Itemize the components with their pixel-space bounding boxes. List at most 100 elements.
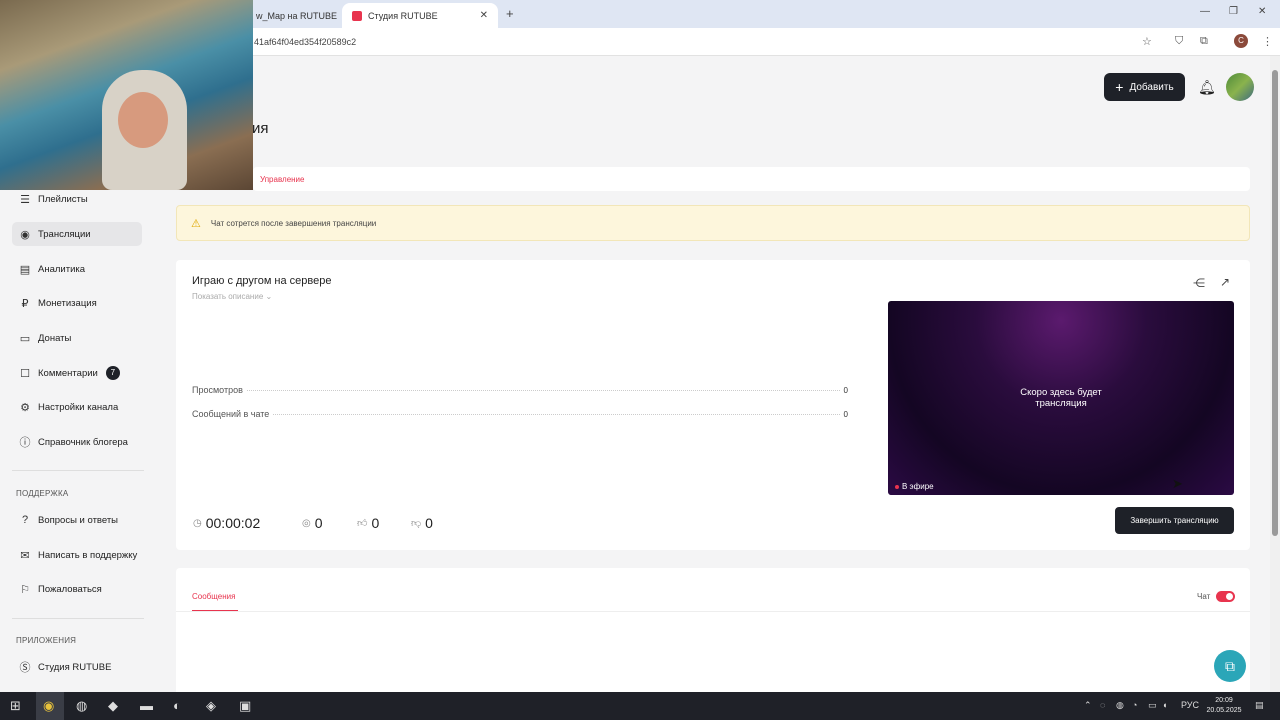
notifications-icon[interactable]: ▤ bbox=[1255, 700, 1264, 711]
sidebar-item-monetization[interactable]: ₽ Монетизация bbox=[12, 291, 142, 315]
rutube-favicon-icon bbox=[352, 10, 362, 21]
bell-icon[interactable]: 🔔︎ bbox=[1198, 79, 1216, 96]
obs-icon[interactable]: ◐ bbox=[173, 698, 181, 713]
avatar[interactable] bbox=[1226, 73, 1254, 101]
analytics-icon: ▤ bbox=[19, 263, 31, 276]
broadcast-icon: ◉ bbox=[20, 228, 30, 241]
warning-text: Чат сотрется после завершения трансляции bbox=[210, 218, 377, 228]
minimize-icon[interactable]: — bbox=[1200, 6, 1210, 17]
sidebar-item-studio-app[interactable]: Ⓢ Студия RUTUBE bbox=[12, 655, 142, 679]
profile-avatar-icon[interactable]: C bbox=[1234, 34, 1248, 48]
sidebar-item-report[interactable]: ⚐ Пожаловаться bbox=[12, 577, 142, 601]
close-icon[interactable]: ✕ bbox=[480, 10, 488, 21]
sidebar-item-analytics[interactable]: ▤ Аналитика bbox=[12, 257, 142, 281]
menu-kebab-icon[interactable]: ⋮ bbox=[1262, 35, 1273, 48]
stat-value: 0 bbox=[843, 410, 848, 419]
extensions-icon[interactable]: ⧉ bbox=[1200, 35, 1208, 48]
sidebar-item-label: Монетизация bbox=[38, 297, 97, 309]
tray-icon[interactable]: ◌ bbox=[1100, 700, 1105, 710]
thumbs-down-icon: 👎︎ bbox=[411, 518, 422, 529]
volume-icon[interactable]: ◖ bbox=[1162, 700, 1167, 710]
warning-icon: ⚠ bbox=[191, 217, 201, 230]
sidebar-item-contact-support[interactable]: ✉ Написать в поддержку bbox=[12, 543, 142, 567]
comments-count-badge: 7 bbox=[105, 366, 120, 380]
apps-section-label: ПРИЛОЖЕНИЯ bbox=[16, 636, 77, 645]
sidebar-item-blogger-guide[interactable]: ⓘ Справочник блогера bbox=[12, 430, 142, 454]
app-icon[interactable]: ◆ bbox=[108, 698, 118, 714]
gear-icon: ⚙ bbox=[20, 401, 30, 414]
dislikes-counter: 👎︎ 0 bbox=[411, 515, 433, 531]
chevron-down-icon: ⌄ bbox=[265, 292, 273, 301]
tab-label: Студия RUTUBE bbox=[368, 10, 438, 21]
network-icon[interactable]: ▭ bbox=[1148, 700, 1157, 711]
chrome-taskbar-button[interactable]: ◉ bbox=[36, 692, 64, 720]
end-broadcast-button[interactable]: Завершить трансляцию bbox=[1115, 507, 1234, 534]
stat-label: Просмотров bbox=[192, 385, 243, 395]
tabs-row bbox=[253, 167, 1250, 191]
sidebar-item-playlists[interactable]: ☰ Плейлисты bbox=[12, 187, 142, 211]
restore-icon[interactable]: ❐ bbox=[1229, 6, 1238, 17]
live-label: В эфире bbox=[902, 482, 934, 491]
tab-label: w_Map на RUTUBE bbox=[256, 10, 337, 21]
taskbar: ⊞ ◍ ◆ ▬ ◐ ◈ ▣ ⌃ ◌ ◍ ◔ ▭ ◖ РУС ▤ bbox=[0, 692, 1280, 720]
chat-warning-banner: ⚠ Чат сотрется после завершения трансляц… bbox=[176, 205, 1250, 241]
windows-start-icon[interactable]: ⊞ bbox=[10, 698, 21, 714]
microphone-icon[interactable]: ◍ bbox=[1116, 700, 1124, 711]
sidebar-item-label: Студия RUTUBE bbox=[38, 661, 112, 673]
plus-icon: + bbox=[1115, 79, 1124, 95]
likes-counter: 👍︎ 0 bbox=[357, 515, 379, 531]
browser-tab-active[interactable]: Студия RUTUBE ✕ bbox=[342, 3, 498, 28]
window-close-icon[interactable]: ✕ bbox=[1258, 6, 1266, 17]
scroll-thumb[interactable] bbox=[1272, 70, 1278, 536]
wifi-icon[interactable]: ◔ bbox=[1132, 700, 1137, 710]
sidebar-item-faq[interactable]: ? Вопросы и ответы bbox=[12, 508, 142, 532]
tab-manage[interactable]: Управление bbox=[260, 175, 304, 184]
support-section-label: ПОДДЕРЖКА bbox=[16, 489, 69, 498]
folder-icon[interactable]: ▬ bbox=[140, 698, 153, 713]
clock-time: 20:09 bbox=[1215, 697, 1233, 704]
stat-dots bbox=[273, 414, 840, 415]
likes-value: 0 bbox=[371, 515, 380, 531]
sidebar-item-donations[interactable]: ▭ Донаты bbox=[12, 326, 142, 350]
studio-icon: Ⓢ bbox=[19, 662, 31, 674]
share-icon[interactable]: ⋲ bbox=[1193, 276, 1205, 290]
telegram-icon[interactable]: ◈ bbox=[206, 698, 216, 714]
shield-icon[interactable]: ⛉ bbox=[1175, 35, 1183, 48]
scrollbar[interactable] bbox=[1270, 56, 1280, 692]
sidebar-item-label: Комментарии bbox=[38, 367, 98, 379]
playlist-icon: ☰ bbox=[20, 193, 30, 206]
chat-toggle[interactable] bbox=[1216, 591, 1235, 602]
stream-title: Играю с другом на сервере bbox=[192, 275, 332, 287]
tab-messages[interactable]: Сообщения bbox=[192, 592, 235, 601]
url-text[interactable]: 41af64f04ed354f20589c2 bbox=[254, 37, 356, 47]
live-badge: В эфире bbox=[895, 482, 934, 491]
language-indicator[interactable]: РУС bbox=[1181, 700, 1199, 710]
show-description-toggle[interactable]: Показать описание ⌄ bbox=[192, 292, 272, 301]
sidebar-item-label: Аналитика bbox=[38, 263, 86, 275]
add-button[interactable]: + Добавить bbox=[1104, 73, 1185, 101]
messages-card bbox=[176, 568, 1250, 692]
taskbar-clock[interactable]: 20:09 20.05.2025 bbox=[1200, 696, 1248, 716]
bookmark-star-icon[interactable]: ☆ bbox=[1142, 35, 1152, 48]
stat-value: 0 bbox=[843, 386, 848, 395]
sidebar-item-broadcasts[interactable]: ◉ Трансляции bbox=[12, 222, 142, 246]
sidebar-divider bbox=[12, 618, 144, 619]
sidebar-item-label: Плейлисты bbox=[38, 193, 88, 205]
live-dot-icon bbox=[895, 484, 899, 489]
new-tab-icon[interactable]: + bbox=[506, 6, 514, 21]
comment-icon: ☐ bbox=[20, 367, 30, 380]
stat-views: Просмотров 0 bbox=[192, 385, 848, 395]
help-chat-icon[interactable]: ⧉ bbox=[1214, 650, 1246, 682]
tray-chevron-icon[interactable]: ⌃ bbox=[1084, 700, 1092, 711]
external-link-icon[interactable]: ↗ bbox=[1220, 275, 1230, 289]
stream-player[interactable]: Скоро здесь будет трансляция bbox=[888, 301, 1234, 495]
stat-label: Сообщений в чате bbox=[192, 409, 270, 419]
sidebar-item-comments[interactable]: ☐ Комментарии 7 bbox=[12, 361, 142, 385]
page-title: ия bbox=[252, 120, 269, 137]
webcam-overlay bbox=[0, 0, 253, 190]
tabs-divider bbox=[176, 611, 1250, 612]
user-icon: ◎ bbox=[302, 517, 311, 529]
minecraft-icon[interactable]: ▣ bbox=[239, 698, 251, 714]
sidebar-item-channel-settings[interactable]: ⚙ Настройки канала bbox=[12, 395, 142, 419]
whatsapp-icon[interactable]: ◍ bbox=[76, 698, 87, 714]
